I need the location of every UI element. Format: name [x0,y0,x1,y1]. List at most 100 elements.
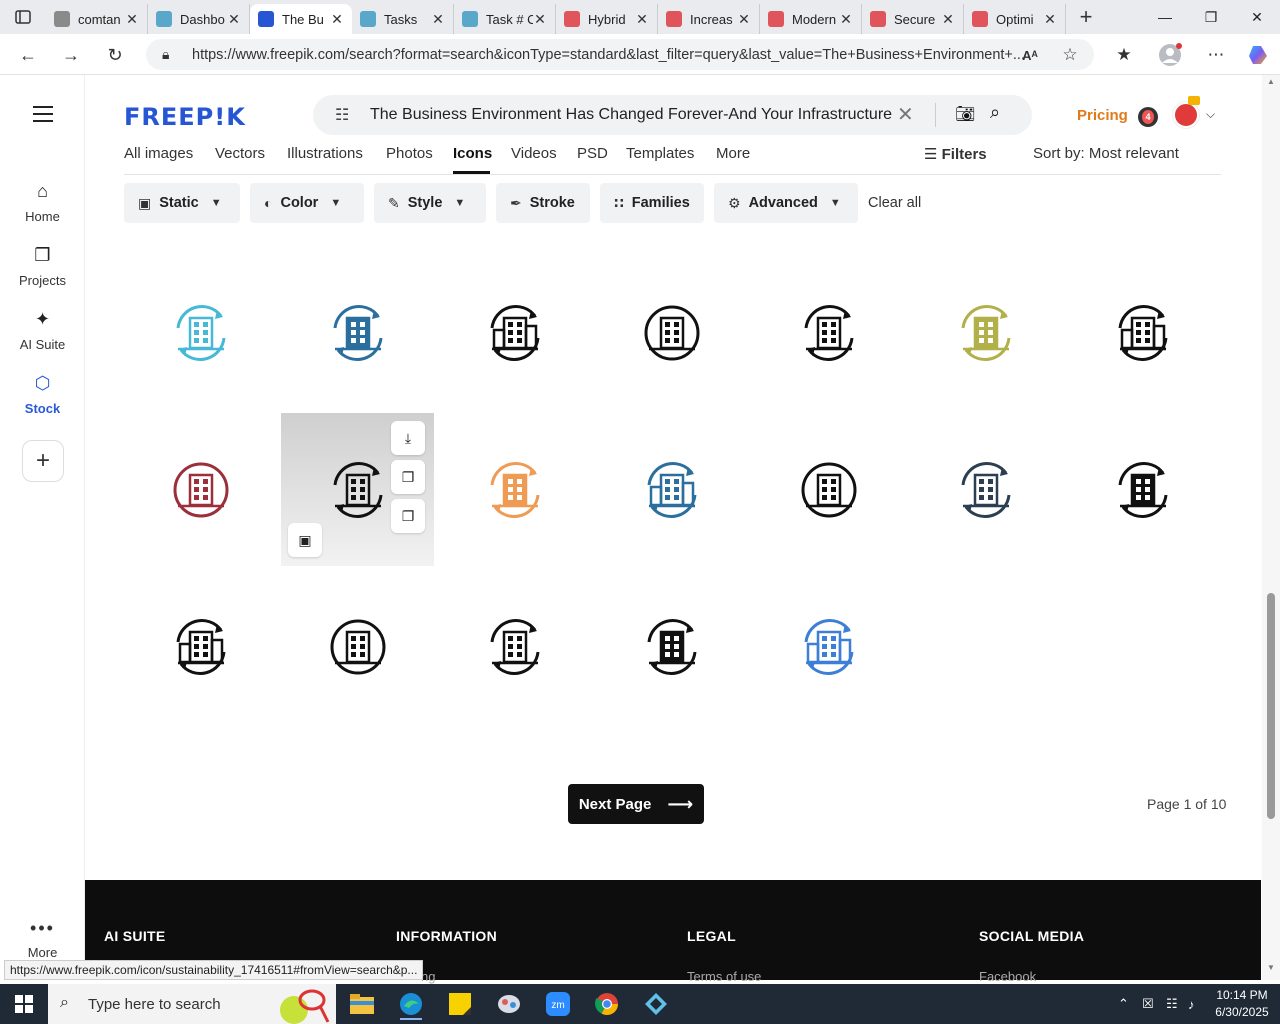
tab-all-images[interactable]: All images [124,145,193,162]
sidebar-item-projects[interactable]: ❐ Projects [0,245,85,288]
chevron-down-icon[interactable]: ⌵ [1206,107,1215,122]
icon-result-card[interactable] [595,570,748,723]
browser-tab[interactable]: Modern ✕ [760,4,862,34]
tray-chevron-up-icon[interactable]: ⌃ [1118,984,1136,1024]
site-info-icon[interactable]: 🔒︎ [162,46,169,63]
favorite-star-icon[interactable]: ☆ [1058,42,1082,68]
avatar[interactable] [1173,102,1199,128]
icon-result-card[interactable] [752,256,905,409]
read-aloud-icon[interactable]: Aᴬ [1018,42,1042,68]
back-button[interactable]: ← [14,42,42,68]
filter-style-button[interactable]: ✎ Style ▼ [374,183,486,223]
icon-result-card[interactable] [438,570,591,723]
search-bar[interactable]: ☷ The Business Environment Has Changed F… [313,95,1032,135]
snipping-tool-app[interactable] [490,988,528,1020]
icon-result-card[interactable] [1066,256,1219,409]
filter-families-button[interactable]: ∷ Families [600,183,704,223]
sidebar-item-stock[interactable]: ⬡ Stock [0,373,85,416]
camera-search-icon[interactable]: 📷︎ [955,104,975,124]
browser-tab[interactable]: Optimi ✕ [964,4,1066,34]
chrome-app[interactable] [588,988,626,1020]
icon-result-card[interactable] [752,570,905,723]
download-icon[interactable]: ⤓ [391,421,425,455]
footer-link-facebook[interactable]: Facebook [979,969,1036,984]
taskbar-clock[interactable]: 10:14 PM 6/30/2025 [1210,987,1274,1021]
save-to-folder-icon[interactable]: ❐ [391,499,425,533]
refresh-button[interactable]: ↻ [101,42,129,68]
tab-close-icon[interactable]: ✕ [330,11,344,28]
icon-result-card[interactable] [438,413,591,566]
sidebar-item-ai-suite[interactable]: ✦ AI Suite [0,309,85,352]
forward-button[interactable]: → [57,42,85,68]
copy-icon[interactable]: ❐ [391,460,425,494]
search-icon[interactable]: ⌕ [990,102,1000,123]
tab-close-icon[interactable]: ✕ [1043,11,1057,28]
icon-result-card[interactable] [124,570,277,723]
icon-result-card[interactable] [909,413,1062,566]
icon-result-card[interactable] [595,413,748,566]
profile-icon[interactable] [1156,42,1184,68]
clear-all-button[interactable]: Clear all [868,195,921,211]
pricing-link[interactable]: Pricing [1077,107,1128,124]
settings-more-icon[interactable]: ⋯ [1202,42,1230,68]
tab-vectors[interactable]: Vectors [215,145,265,162]
minimize-button[interactable]: — [1142,0,1188,34]
next-page-button[interactable]: Next Page ⟶ [568,784,704,824]
restore-button[interactable]: ❐ [1188,0,1234,34]
tab-actions-button[interactable] [0,0,46,34]
tab-close-icon[interactable]: ✕ [737,11,751,28]
filter-static-button[interactable]: ▣ Static ▼ [124,183,240,223]
page-scrollbar[interactable]: ▲ ▼ [1262,75,1280,980]
tab-more[interactable]: More [716,145,750,162]
icon-result-card[interactable] [595,256,748,409]
notifications-icon[interactable]: 4 [1138,107,1158,127]
tab-templates[interactable]: Templates [626,145,694,162]
url-input[interactable]: 🔒︎ https://www.freepik.com/search?format… [146,39,1094,70]
filter-color-button[interactable]: ◐ Color ▼ [250,183,364,223]
sidebar-item-home[interactable]: ⌂ Home [0,181,85,224]
browser-tab[interactable]: The Bu ✕ [250,4,352,34]
icon-result-card[interactable] [124,413,277,566]
browser-tab[interactable]: Secure ✕ [862,4,964,34]
favorites-icon[interactable]: ★ [1110,42,1138,68]
filter-advanced-button[interactable]: ⚙ Advanced ▼ [714,183,858,223]
tab-close-icon[interactable]: ✕ [533,11,547,28]
browser-tab[interactable]: Task # C ✕ [454,4,556,34]
icon-result-card[interactable]: ⤓ ❐ ❐ ▣ [281,413,434,566]
tab-close-icon[interactable]: ✕ [227,11,241,28]
edit-image-icon[interactable]: ▣ [288,523,322,557]
freepik-logo[interactable]: FREEP!K [124,103,246,131]
app-diamond[interactable] [637,988,675,1020]
tab-illustrations[interactable]: Illustrations [287,145,363,162]
browser-tab[interactable]: Tasks ✕ [352,4,454,34]
tab-close-icon[interactable]: ✕ [635,11,649,28]
icon-result-card[interactable] [909,256,1062,409]
tab-close-icon[interactable]: ✕ [839,11,853,28]
tab-videos[interactable]: Videos [511,145,557,162]
search-input[interactable]: The Business Environment Has Changed For… [370,106,895,124]
browser-tab[interactable]: Increas ✕ [658,4,760,34]
start-button[interactable] [0,984,48,1024]
copilot-icon[interactable] [1244,42,1272,68]
add-button[interactable]: + [22,440,64,482]
browser-tab[interactable]: Hybrid ✕ [556,4,658,34]
icon-result-card[interactable] [752,413,905,566]
tab-psd[interactable]: PSD [577,145,608,162]
tray-network-alert-icon[interactable]: ☒ [1142,984,1160,1024]
filters-button[interactable]: ☰ Filters [924,145,987,163]
icon-result-card[interactable] [124,256,277,409]
clear-search-icon[interactable]: ✕ [897,102,914,127]
edge-app[interactable] [392,988,430,1020]
sticky-notes-app[interactable] [441,988,479,1020]
scroll-up-icon[interactable]: ▲ [1267,77,1275,86]
tray-network-icon[interactable]: ☷ [1166,984,1184,1024]
sort-dropdown[interactable]: Sort by: Most relevant [1033,145,1179,162]
tab-close-icon[interactable]: ✕ [125,11,139,28]
icon-result-card[interactable] [281,256,434,409]
scroll-thumb[interactable] [1267,593,1275,819]
tab-photos[interactable]: Photos [386,145,433,162]
filter-stroke-button[interactable]: ✒ Stroke [496,183,590,223]
taskbar-search-input[interactable]: ⌕ Type here to search [48,984,336,1024]
tray-volume-icon[interactable]: ♪ [1188,984,1206,1024]
scroll-down-icon[interactable]: ▼ [1267,963,1275,972]
